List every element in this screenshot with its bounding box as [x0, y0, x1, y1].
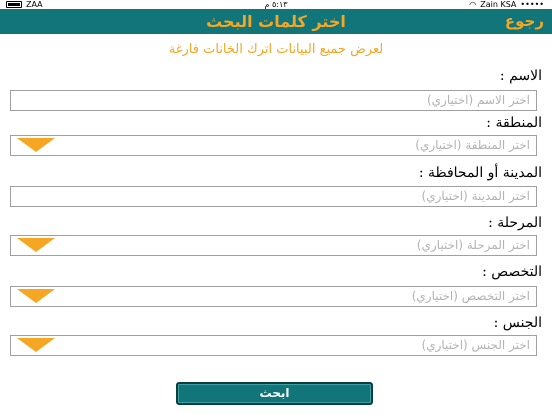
region-dropdown[interactable]: اختر المنطقة (اختياري): [10, 135, 537, 156]
wifi-icon: ◠: [469, 0, 477, 9]
signal-text: ZAA: [26, 0, 43, 9]
carrier-text: Zain KSA: [480, 0, 517, 9]
back-button[interactable]: رجوع: [505, 9, 544, 34]
gender-dropdown[interactable]: اختر الجنس (اختياري): [10, 335, 537, 356]
stage-label: المرحلة :: [488, 215, 542, 231]
city-label: المدينة أو المحافظة :: [418, 165, 542, 181]
name-input[interactable]: اختر الاسم (اختياري): [10, 90, 537, 111]
chevron-down-icon[interactable]: [17, 338, 55, 352]
status-bar: ZAA ٥:١٣ م ◠ Zain KSA •••••: [0, 0, 552, 9]
specialization-dropdown[interactable]: اختر التخصص (اختياري): [10, 286, 537, 307]
status-time: ٥:١٣ م: [264, 0, 288, 9]
chevron-down-icon[interactable]: [17, 289, 55, 303]
search-button[interactable]: ابحث: [176, 382, 373, 405]
gender-placeholder: اختر الجنس (اختياري): [421, 338, 530, 352]
battery-icon: [6, 1, 22, 8]
region-label: المنطقة :: [486, 115, 542, 131]
name-label: الاسم :: [499, 68, 542, 84]
stage-placeholder: اختر المرحلة (اختياري): [416, 238, 530, 252]
signal-dots-icon: •••••: [520, 0, 544, 9]
specialization-label: التخصص :: [482, 264, 542, 280]
instruction-text: لعرض جميع البيانات اترك الخانات فارغة: [168, 42, 384, 57]
gender-label: الجنس :: [493, 315, 542, 331]
city-placeholder: اختر المدينة (اختياري): [421, 189, 530, 203]
navigation-bar: اختر كلمات البحث رجوع: [0, 9, 552, 34]
chevron-down-icon[interactable]: [17, 238, 55, 252]
status-right: ◠ Zain KSA •••••: [469, 0, 544, 9]
page-title: اختر كلمات البحث: [206, 12, 346, 31]
name-placeholder: اختر الاسم (اختياري): [426, 93, 530, 107]
stage-dropdown[interactable]: اختر المرحلة (اختياري): [10, 235, 537, 256]
status-left: ZAA: [6, 0, 43, 9]
specialization-placeholder: اختر التخصص (اختياري): [411, 289, 530, 303]
city-input[interactable]: اختر المدينة (اختياري): [10, 186, 537, 207]
chevron-down-icon[interactable]: [17, 138, 55, 152]
region-placeholder: اختر المنطقة (اختياري): [415, 138, 530, 152]
